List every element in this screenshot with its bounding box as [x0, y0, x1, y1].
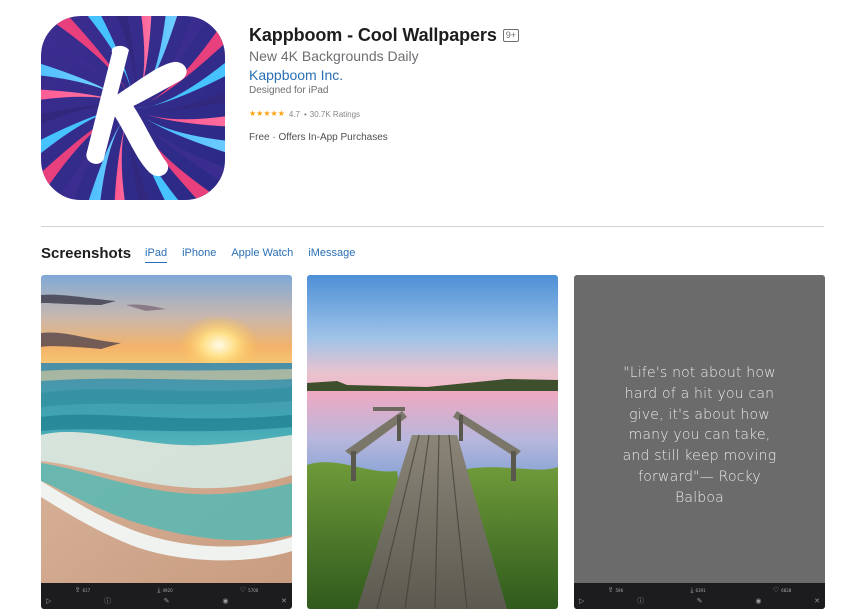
rating-value: 4.7 — [288, 109, 300, 119]
tab-apple-watch[interactable]: Apple Watch — [231, 247, 293, 263]
rating-separator: • — [303, 109, 307, 119]
share-icon: ⇪ — [74, 586, 81, 594]
star-icon: ★ — [249, 109, 257, 118]
play-icon: ▷ — [579, 597, 585, 605]
like-stat: ♡ 6828 — [773, 586, 791, 594]
app-subtitle: New 4K Backgrounds Daily — [249, 48, 419, 64]
heart-icon: ♡ — [772, 586, 780, 594]
like-stat: ♡ 5700 — [240, 586, 258, 594]
app-title: Kappboom - Cool Wallpapers — [249, 24, 497, 45]
device-tabs: iPad iPhone Apple Watch iMessage — [145, 245, 370, 263]
designed-for-label: Designed for iPad — [249, 85, 329, 96]
age-rating-badge: 9+ — [502, 28, 520, 42]
toolbar-stats: ⇪ 596 ⤓ 6391 ♡ 6828 — [574, 583, 825, 595]
info-icon: ⓘ — [637, 597, 645, 605]
star-icon: ★ — [263, 109, 271, 118]
share-stat: ⇪ 596 — [608, 586, 624, 594]
quote-text: "Life's not about how hard of a hit you … — [622, 365, 777, 506]
screenshot-toolbar: ⇪ 596 ⤓ 6391 ♡ 6828 ▷ ⓘ ✎ ◉ ✕ — [574, 583, 825, 609]
tab-imessage[interactable]: iMessage — [308, 247, 355, 263]
eye-icon: ◉ — [222, 597, 229, 605]
play-icon: ▷ — [46, 597, 52, 605]
price-label: Free · Offers In-App Purchases — [249, 132, 388, 143]
share-icon: ⇪ — [607, 586, 614, 594]
toolbar-stats: ⇪ 617 ⤓ 4920 ♡ 5700 — [41, 583, 292, 595]
edit-icon: ✎ — [696, 597, 703, 605]
share-count: 617 — [82, 587, 91, 593]
app-icon-artwork — [41, 16, 225, 200]
share-count: 596 — [615, 587, 624, 593]
like-count: 5700 — [248, 587, 259, 593]
developer-link[interactable]: Kappboom Inc. — [249, 67, 343, 85]
download-stat: ⤓ 4920 — [157, 586, 172, 595]
eye-icon: ◉ — [755, 597, 762, 605]
screenshot-beach-sunset[interactable]: ⇪ 617 ⤓ 4920 ♡ 5700 ▷ ⓘ ✎ ◉ ✕ — [41, 275, 292, 609]
screenshot-toolbar: ⇪ 617 ⤓ 4920 ♡ 5700 ▷ ⓘ ✎ ◉ ✕ — [41, 583, 292, 609]
section-divider — [41, 226, 824, 227]
download-count: 6391 — [695, 587, 706, 593]
beach-sunset-image — [41, 275, 292, 609]
download-stat: ⤓ 6391 — [690, 586, 705, 595]
download-icon: ⤓ — [690, 585, 694, 594]
toolbar-icons: ▷ ⓘ ✎ ◉ ✕ — [41, 595, 292, 607]
close-icon: ✕ — [281, 597, 287, 605]
download-icon: ⤓ — [157, 585, 161, 594]
screenshot-lake-dock[interactable] — [307, 275, 558, 609]
tab-iphone[interactable]: iPhone — [182, 247, 216, 263]
star-icon: ★ — [270, 109, 278, 118]
tab-ipad[interactable]: iPad — [145, 247, 168, 263]
app-icon — [41, 16, 225, 200]
edit-icon: ✎ — [163, 597, 170, 605]
rating-row: ★ ★ ★ ★ ★ 4.7 • 30.7K Ratings — [249, 108, 809, 120]
star-icon: ★ — [277, 109, 285, 118]
screenshots-header: Screenshots iPad iPhone Apple Watch iMes… — [41, 243, 370, 263]
heart-icon: ♡ — [239, 586, 247, 594]
screenshot-rocky-quote[interactable]: "Life's not about how hard of a hit you … — [574, 275, 825, 609]
share-stat: ⇪ 617 — [75, 586, 91, 594]
download-count: 4920 — [162, 587, 173, 593]
screenshots-heading: Screenshots — [41, 244, 132, 262]
star-icon: ★ — [256, 109, 264, 118]
close-icon: ✕ — [814, 597, 820, 605]
like-count: 6828 — [781, 587, 792, 593]
title-row: Kappboom - Cool Wallpapers 9+ — [249, 24, 809, 46]
ratings-count: 30.7K Ratings — [309, 109, 361, 119]
info-icon: ⓘ — [104, 597, 112, 605]
star-rating: ★ ★ ★ ★ ★ — [249, 110, 285, 118]
lake-dock-image — [307, 275, 558, 609]
toolbar-icons: ▷ ⓘ ✎ ◉ ✕ — [574, 595, 825, 607]
app-header: Kappboom - Cool Wallpapers 9+ New 4K Bac… — [249, 24, 809, 143]
